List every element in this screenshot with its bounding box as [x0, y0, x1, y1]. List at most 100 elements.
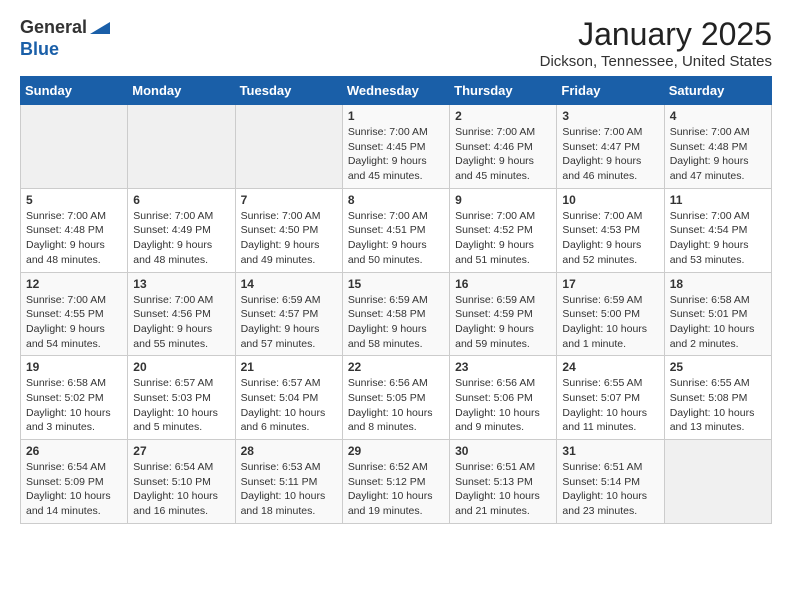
day-number: 29 — [348, 444, 444, 458]
calendar-cell-w1-d5: 2Sunrise: 7:00 AM Sunset: 4:46 PM Daylig… — [450, 105, 557, 189]
calendar-cell-w1-d4: 1 Sunrise: 7:00 AM Sunset: 4:45 PM Daylig… — [342, 105, 449, 189]
day-info: Sunrise: 6:57 AM Sunset: 5:03 PM Dayligh… — [133, 376, 229, 435]
logo-flag-icon — [90, 18, 110, 39]
calendar-cell-w4-d3: 21Sunrise: 6:57 AM Sunset: 5:04 PM Dayli… — [235, 356, 342, 440]
calendar-cell-w4-d4: 22 Sunrise: 6:56 AM Sunset: 5:05 PM Dayli… — [342, 356, 449, 440]
calendar-cell-w1-d2 — [128, 105, 235, 189]
day-number: 26 — [26, 444, 122, 458]
day-number: 1 — [348, 109, 444, 123]
calendar-week-5: 26 Sunrise: 6:54 AM Sunset: 5:09 PM Dayli… — [21, 440, 772, 524]
calendar-week-2: 5 Sunrise: 7:00 AM Sunset: 4:48 PM Daylig… — [21, 188, 772, 272]
calendar-cell-w3-d4: 15 Sunrise: 6:59 AM Sunset: 4:58 PM Dayli… — [342, 272, 449, 356]
day-info: Sunrise: 7:00 AM Sunset: 4:48 PM Dayligh… — [26, 209, 122, 268]
day-info: Sunrise: 6:55 AM Sunset: 5:08 PM Dayligh… — [670, 376, 766, 435]
day-info: Sunrise: 6:58 AM Sunset: 5:02 PM Dayligh… — [26, 376, 122, 435]
day-info: Sunrise: 6:59 AM Sunset: 4:59 PM Dayligh… — [455, 293, 551, 352]
day-number: 27 — [133, 444, 229, 458]
calendar-cell-w2-d2: 6 Sunrise: 7:00 AM Sunset: 4:49 PM Daylig… — [128, 188, 235, 272]
day-number: 11 — [670, 193, 766, 207]
header-sunday: Sunday — [21, 77, 128, 105]
day-info: Sunrise: 6:51 AM Sunset: 5:14 PM Dayligh… — [562, 460, 658, 519]
calendar-cell-w5-d5: 30 Sunrise: 6:51 AM Sunset: 5:13 PM Dayli… — [450, 440, 557, 524]
day-info: Sunrise: 7:00 AM Sunset: 4:52 PM Dayligh… — [455, 209, 551, 268]
calendar-cell-w1-d3 — [235, 105, 342, 189]
day-number: 25 — [670, 360, 766, 374]
day-info: Sunrise: 6:58 AM Sunset: 5:01 PM Dayligh… — [670, 293, 766, 352]
day-info: Sunrise: 7:00 AM Sunset: 4:45 PM Dayligh… — [348, 125, 444, 184]
calendar-cell-w1-d7: 4Sunrise: 7:00 AM Sunset: 4:48 PM Daylig… — [664, 105, 771, 189]
calendar-cell-w5-d6: 31 Sunrise: 6:51 AM Sunset: 5:14 PM Dayli… — [557, 440, 664, 524]
calendar-title: January 2025 — [540, 16, 772, 53]
day-number: 17 — [562, 277, 658, 291]
day-info: Sunrise: 6:52 AM Sunset: 5:12 PM Dayligh… — [348, 460, 444, 519]
calendar-table: Sunday Monday Tuesday Wednesday Thursday… — [20, 76, 772, 524]
calendar-cell-w4-d5: 23Sunrise: 6:56 AM Sunset: 5:06 PM Dayli… — [450, 356, 557, 440]
calendar-week-3: 12Sunrise: 7:00 AM Sunset: 4:55 PM Dayli… — [21, 272, 772, 356]
day-number: 14 — [241, 277, 337, 291]
day-info: Sunrise: 7:00 AM Sunset: 4:47 PM Dayligh… — [562, 125, 658, 184]
calendar-cell-w3-d3: 14Sunrise: 6:59 AM Sunset: 4:57 PM Dayli… — [235, 272, 342, 356]
day-number: 7 — [241, 193, 337, 207]
day-number: 19 — [26, 360, 122, 374]
logo: General Blue — [20, 16, 110, 60]
calendar-cell-w2-d1: 5 Sunrise: 7:00 AM Sunset: 4:48 PM Daylig… — [21, 188, 128, 272]
calendar-header-row: Sunday Monday Tuesday Wednesday Thursday… — [21, 77, 772, 105]
page-container: General Blue January 2025 Dickson, Tenne… — [0, 0, 792, 540]
calendar-cell-w5-d7 — [664, 440, 771, 524]
calendar-cell-w1-d6: 3 Sunrise: 7:00 AM Sunset: 4:47 PM Daylig… — [557, 105, 664, 189]
calendar-cell-w4-d2: 20 Sunrise: 6:57 AM Sunset: 5:03 PM Dayli… — [128, 356, 235, 440]
calendar-cell-w3-d7: 18 Sunrise: 6:58 AM Sunset: 5:01 PM Dayli… — [664, 272, 771, 356]
day-info: Sunrise: 6:56 AM Sunset: 5:05 PM Dayligh… — [348, 376, 444, 435]
day-number: 5 — [26, 193, 122, 207]
header-friday: Friday — [557, 77, 664, 105]
day-info: Sunrise: 6:55 AM Sunset: 5:07 PM Dayligh… — [562, 376, 658, 435]
calendar-cell-w3-d5: 16 Sunrise: 6:59 AM Sunset: 4:59 PM Dayli… — [450, 272, 557, 356]
day-info: Sunrise: 7:00 AM Sunset: 4:53 PM Dayligh… — [562, 209, 658, 268]
day-number: 3 — [562, 109, 658, 123]
day-number: 9 — [455, 193, 551, 207]
title-block: January 2025 Dickson, Tennessee, United … — [540, 16, 772, 70]
day-number: 12 — [26, 277, 122, 291]
calendar-week-4: 19 Sunrise: 6:58 AM Sunset: 5:02 PM Dayli… — [21, 356, 772, 440]
day-number: 24 — [562, 360, 658, 374]
day-number: 20 — [133, 360, 229, 374]
day-number: 15 — [348, 277, 444, 291]
day-number: 10 — [562, 193, 658, 207]
day-info: Sunrise: 6:51 AM Sunset: 5:13 PM Dayligh… — [455, 460, 551, 519]
calendar-cell-w2-d3: 7 Sunrise: 7:00 AM Sunset: 4:50 PM Daylig… — [235, 188, 342, 272]
calendar-cell-w2-d6: 10 Sunrise: 7:00 AM Sunset: 4:53 PM Dayli… — [557, 188, 664, 272]
day-info: Sunrise: 7:00 AM Sunset: 4:56 PM Dayligh… — [133, 293, 229, 352]
day-number: 13 — [133, 277, 229, 291]
day-number: 2 — [455, 109, 551, 123]
day-number: 6 — [133, 193, 229, 207]
day-number: 28 — [241, 444, 337, 458]
calendar-cell-w2-d5: 9 Sunrise: 7:00 AM Sunset: 4:52 PM Daylig… — [450, 188, 557, 272]
day-number: 16 — [455, 277, 551, 291]
calendar-subtitle: Dickson, Tennessee, United States — [540, 53, 772, 70]
calendar-cell-w4-d7: 25 Sunrise: 6:55 AM Sunset: 5:08 PM Dayli… — [664, 356, 771, 440]
day-number: 31 — [562, 444, 658, 458]
calendar-week-1: 1 Sunrise: 7:00 AM Sunset: 4:45 PM Daylig… — [21, 105, 772, 189]
calendar-cell-w5-d1: 26 Sunrise: 6:54 AM Sunset: 5:09 PM Dayli… — [21, 440, 128, 524]
day-info: Sunrise: 7:00 AM Sunset: 4:49 PM Dayligh… — [133, 209, 229, 268]
day-info: Sunrise: 7:00 AM Sunset: 4:50 PM Dayligh… — [241, 209, 337, 268]
day-info: Sunrise: 6:54 AM Sunset: 5:09 PM Dayligh… — [26, 460, 122, 519]
header-wednesday: Wednesday — [342, 77, 449, 105]
day-number: 18 — [670, 277, 766, 291]
header-saturday: Saturday — [664, 77, 771, 105]
day-info: Sunrise: 6:59 AM Sunset: 4:58 PM Dayligh… — [348, 293, 444, 352]
day-number: 30 — [455, 444, 551, 458]
header: General Blue January 2025 Dickson, Tenne… — [20, 16, 772, 70]
calendar-cell-w3-d1: 12Sunrise: 7:00 AM Sunset: 4:55 PM Dayli… — [21, 272, 128, 356]
day-number: 22 — [348, 360, 444, 374]
calendar-cell-w4-d1: 19 Sunrise: 6:58 AM Sunset: 5:02 PM Dayli… — [21, 356, 128, 440]
day-number: 8 — [348, 193, 444, 207]
day-info: Sunrise: 6:56 AM Sunset: 5:06 PM Dayligh… — [455, 376, 551, 435]
calendar-cell-w5-d4: 29 Sunrise: 6:52 AM Sunset: 5:12 PM Dayli… — [342, 440, 449, 524]
day-info: Sunrise: 7:00 AM Sunset: 4:48 PM Dayligh… — [670, 125, 766, 184]
calendar-cell-w3-d2: 13 Sunrise: 7:00 AM Sunset: 4:56 PM Dayli… — [128, 272, 235, 356]
day-number: 21 — [241, 360, 337, 374]
calendar-cell-w3-d6: 17Sunrise: 6:59 AM Sunset: 5:00 PM Dayli… — [557, 272, 664, 356]
header-monday: Monday — [128, 77, 235, 105]
calendar-cell-w5-d3: 28Sunrise: 6:53 AM Sunset: 5:11 PM Dayli… — [235, 440, 342, 524]
